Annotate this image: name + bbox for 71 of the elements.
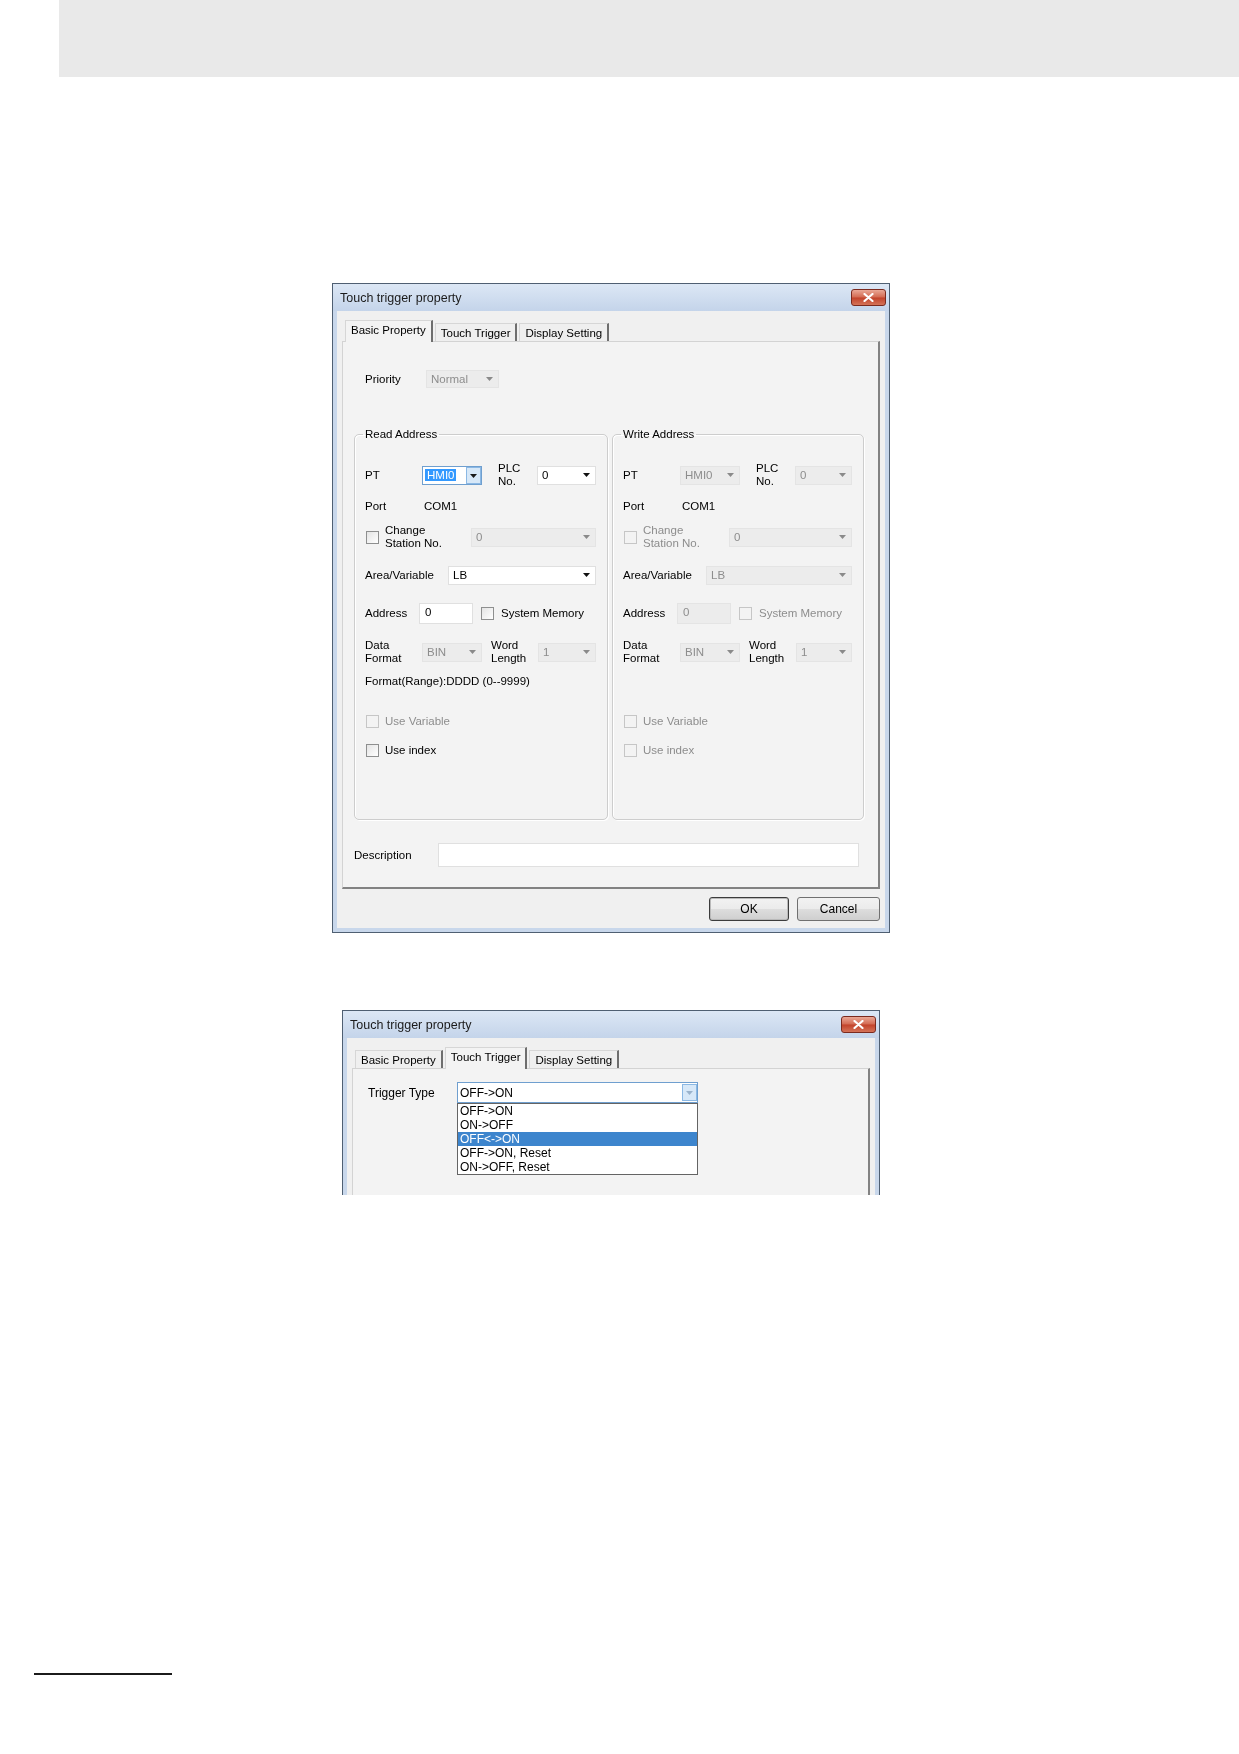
caret-icon [839, 573, 846, 577]
window-title: Touch trigger property [350, 1017, 472, 1032]
field-label: PT [623, 469, 639, 481]
dropdown-option[interactable]: OFF->ON, Reset [458, 1146, 697, 1160]
caret-icon [486, 376, 493, 381]
field-label: Area/Variable [365, 569, 435, 581]
tab[interactable]: Basic Property [345, 320, 433, 342]
port-value: COM1 [424, 500, 458, 512]
field-label: Description [354, 849, 413, 861]
field-label: Priority [365, 372, 402, 385]
close-icon [853, 1020, 864, 1029]
field-label: Data Format [365, 639, 403, 665]
caret-icon [583, 573, 590, 577]
checkbox-label: Use Variable [385, 715, 450, 727]
description-field[interactable] [438, 843, 859, 867]
checkbox-label: Change Station No. [385, 524, 443, 550]
field-label: Address [365, 607, 409, 619]
field-label: Word Length [491, 639, 528, 665]
caret-icon [583, 535, 590, 539]
tab[interactable]: Display Setting [519, 323, 610, 341]
checkbox-label: Use index [643, 744, 695, 756]
window-title: Touch trigger property [340, 290, 462, 305]
checkbox[interactable] [366, 743, 379, 757]
caret-icon [839, 473, 846, 477]
dropdown[interactable]: LB [448, 565, 596, 585]
checkbox-label: System Memory [759, 607, 843, 619]
caret-icon [583, 473, 590, 477]
field-label: Area/Variable [623, 569, 693, 581]
field-label: PLC No. [498, 462, 522, 488]
dropdown[interactable]: 0 [537, 465, 596, 485]
text-field[interactable]: 0 [419, 602, 473, 624]
checkbox-label: Use Variable [643, 715, 708, 727]
field-label: Word Length [749, 639, 786, 665]
field-label: PT [365, 469, 381, 481]
caret-icon [727, 473, 734, 477]
caret-icon [466, 466, 481, 484]
dropdown-option[interactable]: OFF<->ON [458, 1132, 697, 1146]
group-title: Read Address [364, 427, 439, 441]
cancel-button[interactable]: Cancel [797, 897, 880, 921]
checkbox-label: System Memory [501, 607, 585, 619]
checkbox-label: Use index [385, 744, 437, 756]
group-title: Write Address [622, 427, 696, 441]
dropdown-option[interactable]: ON->OFF, Reset [458, 1160, 697, 1174]
tab[interactable]: Basic Property [355, 1050, 443, 1068]
dropdown-option[interactable]: ON->OFF [458, 1118, 697, 1132]
checkbox[interactable] [481, 606, 494, 620]
field-label: Trigger Type [368, 1085, 436, 1100]
tab[interactable]: Touch Trigger [434, 323, 518, 341]
tab[interactable]: Touch Trigger [444, 1047, 528, 1069]
caret-icon [839, 535, 846, 539]
port-value: COM1 [682, 500, 716, 512]
checkbox[interactable] [366, 530, 379, 544]
caret-icon [469, 650, 476, 654]
dropdown[interactable]: OFF->ON [457, 1082, 698, 1103]
checkbox-label: Change Station No. [643, 524, 701, 550]
dropdown-option[interactable]: OFF->ON [458, 1104, 697, 1118]
field-label: Data Format [623, 639, 661, 665]
field-label: Address [623, 607, 667, 619]
caret-icon [682, 1083, 697, 1102]
field-label: PLC No. [756, 462, 780, 488]
caret-icon [727, 650, 734, 654]
close-button[interactable] [841, 1016, 876, 1033]
close-button[interactable] [851, 289, 886, 306]
ok-button[interactable]: OK [709, 897, 789, 921]
field-label: Port [623, 500, 646, 512]
format-range-text: Format(Range):DDDD (0--9999) [365, 675, 530, 687]
close-icon [863, 293, 874, 302]
field-label: Port [365, 500, 388, 512]
tab[interactable]: Display Setting [529, 1050, 620, 1068]
caret-icon [839, 650, 846, 654]
caret-icon [583, 650, 590, 654]
